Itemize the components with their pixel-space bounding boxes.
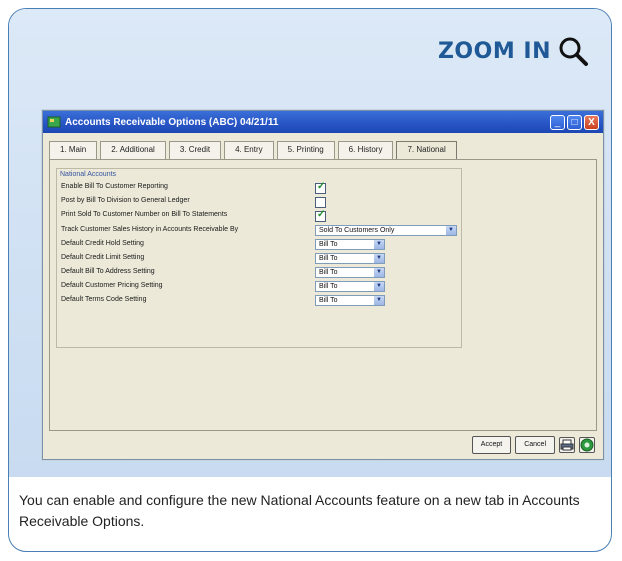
row-label: Enable Bill To Customer Reporting: [61, 183, 168, 190]
chevron-down-icon: ▼: [446, 226, 456, 235]
select-value: Bill To: [319, 283, 338, 290]
chevron-down-icon: ▼: [374, 296, 384, 305]
row-label: Print Sold To Customer Number on Bill To…: [61, 211, 228, 218]
track-sales-history-select[interactable]: Sold To Customers Only ▼: [315, 225, 457, 236]
close-button[interactable]: X: [584, 114, 599, 130]
tab-entry[interactable]: 4. Entry: [224, 141, 274, 159]
row-label: Default Credit Limit Setting: [61, 254, 145, 261]
tab-national[interactable]: 7. National: [396, 141, 457, 159]
chevron-down-icon: ▼: [374, 254, 384, 263]
chevron-down-icon: ▼: [374, 240, 384, 249]
help-icon: [580, 438, 594, 452]
credit-hold-select[interactable]: Bill To ▼: [315, 239, 385, 250]
magnifier-icon: [559, 37, 588, 66]
tab-strip: 1. Main 2. Additional 3. Credit 4. Entry…: [49, 141, 457, 159]
tab-printing[interactable]: 5. Printing: [276, 141, 335, 159]
select-value: Sold To Customers Only: [319, 227, 395, 234]
select-value: Bill To: [319, 255, 338, 262]
select-value: Bill To: [319, 297, 338, 304]
printer-icon: [560, 439, 574, 451]
row-label: Default Customer Pricing Setting: [61, 282, 163, 289]
check-mark-icon: ✓: [317, 181, 326, 192]
check-mark-icon: ✓: [317, 209, 326, 220]
zoom-in-callout[interactable]: ZOOM IN: [438, 35, 589, 67]
print-button[interactable]: [559, 437, 575, 453]
dialog-buttons: Accept Cancel: [471, 436, 595, 454]
select-value: Bill To: [319, 241, 338, 248]
bill-to-address-select[interactable]: Bill To ▼: [315, 267, 385, 278]
terms-code-select[interactable]: Bill To ▼: [315, 295, 385, 306]
minimize-button[interactable]: _: [550, 114, 565, 130]
title-bar[interactable]: Accounts Receivable Options (ABC) 04/21/…: [43, 111, 603, 133]
row-label: Default Bill To Address Setting: [61, 268, 155, 275]
post-by-bill-to-division-checkbox[interactable]: [315, 197, 326, 208]
app-icon: [47, 116, 61, 128]
caption-text: You can enable and configure the new Nat…: [19, 492, 580, 529]
help-button[interactable]: [579, 437, 595, 453]
credit-limit-select[interactable]: Bill To ▼: [315, 253, 385, 264]
accept-button[interactable]: Accept: [471, 436, 512, 454]
zoom-in-label: ZOOM IN: [437, 38, 551, 64]
tab-credit[interactable]: 3. Credit: [168, 141, 222, 159]
enable-bill-to-reporting-checkbox[interactable]: ✓: [315, 181, 326, 194]
cancel-button[interactable]: Cancel: [515, 436, 555, 454]
tab-history[interactable]: 6. History: [337, 141, 394, 159]
row-label: Post by Bill To Division to General Ledg…: [61, 197, 190, 204]
window-title: Accounts Receivable Options (ABC) 04/21/…: [65, 116, 279, 128]
select-value: Bill To: [319, 269, 338, 276]
tab-main[interactable]: 1. Main: [49, 141, 98, 159]
maximize-button[interactable]: □: [567, 114, 582, 130]
national-tab-panel: National Accounts Enable Bill To Custome…: [49, 159, 597, 431]
options-window: Accounts Receivable Options (ABC) 04/21/…: [42, 110, 604, 460]
group-label: National Accounts: [60, 171, 117, 178]
print-sold-to-number-checkbox[interactable]: ✓: [315, 209, 326, 222]
national-accounts-group: National Accounts Enable Bill To Custome…: [56, 168, 462, 348]
zoom-card: ZOOM IN Accounts Receivable Options (ABC…: [8, 8, 612, 552]
customer-pricing-select[interactable]: Bill To ▼: [315, 281, 385, 292]
row-label: Default Credit Hold Setting: [61, 240, 144, 247]
chevron-down-icon: ▼: [374, 268, 384, 277]
chevron-down-icon: ▼: [374, 282, 384, 291]
row-label: Default Terms Code Setting: [61, 296, 147, 303]
tab-additional[interactable]: 2. Additional: [100, 141, 166, 159]
row-label: Track Customer Sales History in Accounts…: [61, 226, 239, 233]
